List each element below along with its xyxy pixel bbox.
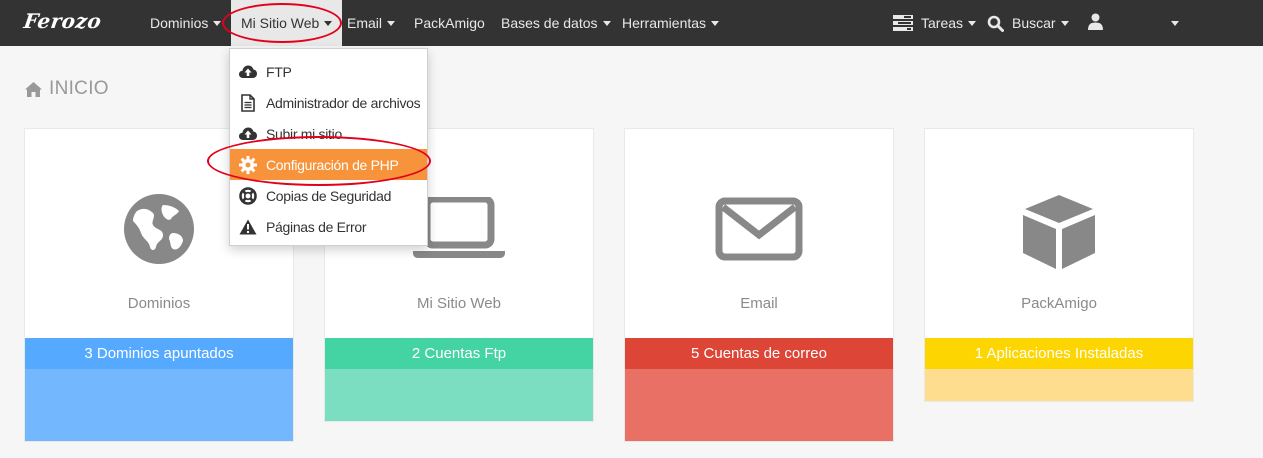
nav-tareas-label: Tareas (921, 15, 964, 31)
nav-dominios-label: Dominios (150, 15, 209, 31)
menu-item-label: Páginas de Error (266, 218, 367, 235)
globe-icon (123, 193, 195, 270)
card-summary-bar[interactable]: 3 Dominios apuntados (25, 338, 293, 369)
nav-mi-sitio-web-label: Mi Sitio Web (241, 15, 320, 31)
nav-email[interactable]: Email (347, 0, 396, 46)
caret-down-icon (711, 20, 720, 26)
mi-sitio-web-dropdown: FTP Administrador de archivos Subir mi s… (229, 48, 428, 246)
search-icon (987, 15, 1004, 32)
nav-herramientas[interactable]: Herramientas (622, 0, 720, 46)
caret-down-icon (324, 20, 333, 26)
caret-down-icon (387, 20, 396, 26)
caret-down-icon (1060, 20, 1069, 26)
nav-user-menu[interactable] (1088, 0, 1179, 46)
card-fill (625, 369, 893, 441)
card-summary: 3 Dominios apuntados (84, 345, 234, 362)
user-icon (1088, 13, 1103, 33)
card-title: Email (740, 295, 778, 312)
nav-dominios[interactable]: Dominios (150, 0, 222, 46)
caret-down-icon (1171, 20, 1179, 26)
nav-bases-de-datos[interactable]: Bases de datos (501, 0, 611, 46)
menu-item-ftp[interactable]: FTP (230, 56, 427, 87)
card-summary-bar[interactable]: 5 Cuentas de correo (625, 338, 893, 369)
menu-item-label: Copias de Seguridad (266, 187, 392, 204)
menu-item-administrador-de-archivos[interactable]: Administrador de archivos (230, 87, 427, 118)
card-title: Dominios (127, 295, 191, 312)
nav-packamigo[interactable]: PackAmigo (414, 0, 485, 46)
card-summary: 1 Aplicaciones Instaladas (974, 345, 1144, 362)
top-navbar: Ferozo Dominios Mi Sitio Web Email PackA… (0, 0, 1263, 46)
nav-email-label: Email (347, 15, 383, 31)
envelope-icon (715, 197, 803, 266)
menu-item-configuracion-de-php[interactable]: Configuración de PHP (230, 149, 427, 180)
card-title: PackAmigo (1021, 295, 1097, 312)
cube-icon (1019, 191, 1099, 276)
card-summary: 5 Cuentas de correo (691, 345, 827, 362)
nav-buscar-label: Buscar (1012, 15, 1056, 31)
card-fill (25, 369, 293, 441)
card-email[interactable]: Email 5 Cuentas de correo (624, 128, 894, 442)
nav-bases-de-datos-label: Bases de datos (501, 15, 598, 31)
card-fill (925, 369, 1193, 401)
lifebuoy-icon (238, 186, 258, 205)
menu-item-copias-de-seguridad[interactable]: Copias de Seguridad (230, 180, 427, 211)
caret-down-icon (213, 20, 222, 26)
cloud-upload-icon (238, 127, 258, 140)
brand-logo[interactable]: Ferozo (22, 9, 103, 33)
menu-item-label: Configuración de PHP (266, 156, 399, 173)
menu-item-label: FTP (266, 63, 292, 80)
warning-icon (238, 219, 258, 235)
tasks-icon (893, 15, 913, 31)
nav-herramientas-label: Herramientas (622, 15, 707, 31)
card-fill (325, 369, 593, 421)
card-packamigo[interactable]: PackAmigo 1 Aplicaciones Instaladas (924, 128, 1194, 402)
nav-tareas[interactable]: Tareas (893, 0, 977, 46)
caret-down-icon (968, 20, 977, 26)
file-icon (238, 93, 258, 112)
card-summary: 2 Cuentas Ftp (411, 345, 507, 362)
card-summary-bar[interactable]: 1 Aplicaciones Instaladas (925, 338, 1193, 369)
menu-item-label: Subir mi sitio (266, 125, 342, 142)
caret-down-icon (602, 20, 611, 26)
page-title: INICIO (24, 78, 109, 100)
nav-buscar[interactable]: Buscar (987, 0, 1069, 46)
nav-mi-sitio-web[interactable]: Mi Sitio Web (231, 0, 343, 46)
cloud-upload-icon (238, 65, 258, 78)
page-title-text: INICIO (49, 78, 109, 99)
menu-item-label: Administrador de archivos (266, 94, 421, 111)
menu-item-subir-mi-sitio[interactable]: Subir mi sitio (230, 118, 427, 149)
card-title: Mi Sitio Web (417, 295, 501, 312)
home-icon (25, 81, 42, 97)
gear-icon (238, 155, 258, 174)
menu-item-paginas-de-error[interactable]: Páginas de Error (230, 211, 427, 242)
card-summary-bar[interactable]: 2 Cuentas Ftp (325, 338, 593, 369)
nav-packamigo-label: PackAmigo (414, 15, 485, 31)
